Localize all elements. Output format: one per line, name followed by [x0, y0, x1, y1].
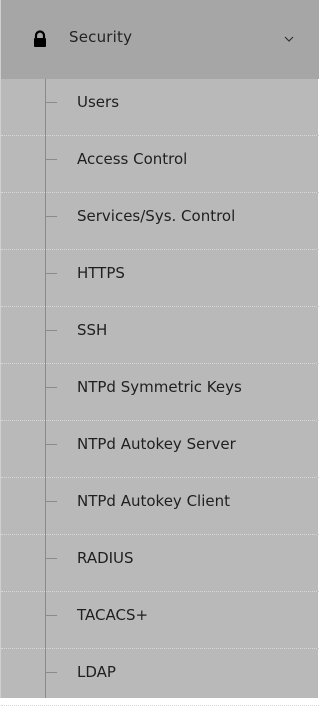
submenu-item-label: SSH: [77, 321, 108, 339]
security-submenu: Users Access Control Services/Sys. Contr…: [1, 79, 319, 706]
lock-icon: [34, 30, 46, 47]
submenu-item-tacacs[interactable]: TACACS+: [1, 592, 319, 649]
submenu-item-users[interactable]: Users: [1, 79, 319, 136]
submenu-item-label: Services/Sys. Control: [77, 207, 236, 225]
tree-branch: [45, 672, 57, 673]
submenu-item-label: NTPd Autokey Client: [77, 492, 230, 510]
submenu-item-radius[interactable]: RADIUS: [1, 535, 319, 592]
security-menu: Security Users Access Control Services/S…: [0, 0, 319, 706]
submenu-item-https[interactable]: HTTPS: [1, 250, 319, 307]
submenu-item-ssh[interactable]: SSH: [1, 307, 319, 364]
tree-branch: [45, 558, 57, 559]
submenu-item-ntpd-autokey-client[interactable]: NTPd Autokey Client: [1, 478, 319, 535]
tree-branch: [45, 102, 57, 103]
tree-branch: [45, 444, 57, 445]
submenu-item-label: HTTPS: [77, 264, 125, 282]
submenu-item-services-sys-control[interactable]: Services/Sys. Control: [1, 193, 319, 250]
submenu-item-ntpd-autokey-server[interactable]: NTPd Autokey Server: [1, 421, 319, 478]
submenu-item-label: NTPd Symmetric Keys: [77, 378, 242, 396]
tree-branch: [45, 330, 57, 331]
menu-header-label: Security: [69, 28, 133, 46]
submenu-item-ldap[interactable]: LDAP: [1, 649, 319, 706]
tree-branch: [45, 615, 57, 616]
tree-branch: [45, 273, 57, 274]
submenu-item-label: TACACS+: [77, 606, 149, 624]
submenu-item-access-control[interactable]: Access Control: [1, 136, 319, 193]
submenu-item-label: Users: [77, 93, 120, 111]
submenu-item-ntpd-symmetric-keys[interactable]: NTPd Symmetric Keys: [1, 364, 319, 421]
chevron-down-icon[interactable]: [284, 35, 294, 43]
tree-branch: [45, 216, 57, 217]
submenu-item-label: LDAP: [77, 663, 116, 681]
menu-header-security[interactable]: Security: [1, 0, 319, 79]
submenu-item-label: RADIUS: [77, 549, 134, 567]
tree-branch: [45, 501, 57, 502]
tree-branch: [45, 159, 57, 160]
submenu-item-label: Access Control: [77, 150, 188, 168]
tree-branch: [45, 387, 57, 388]
submenu-item-label: NTPd Autokey Server: [77, 435, 236, 453]
